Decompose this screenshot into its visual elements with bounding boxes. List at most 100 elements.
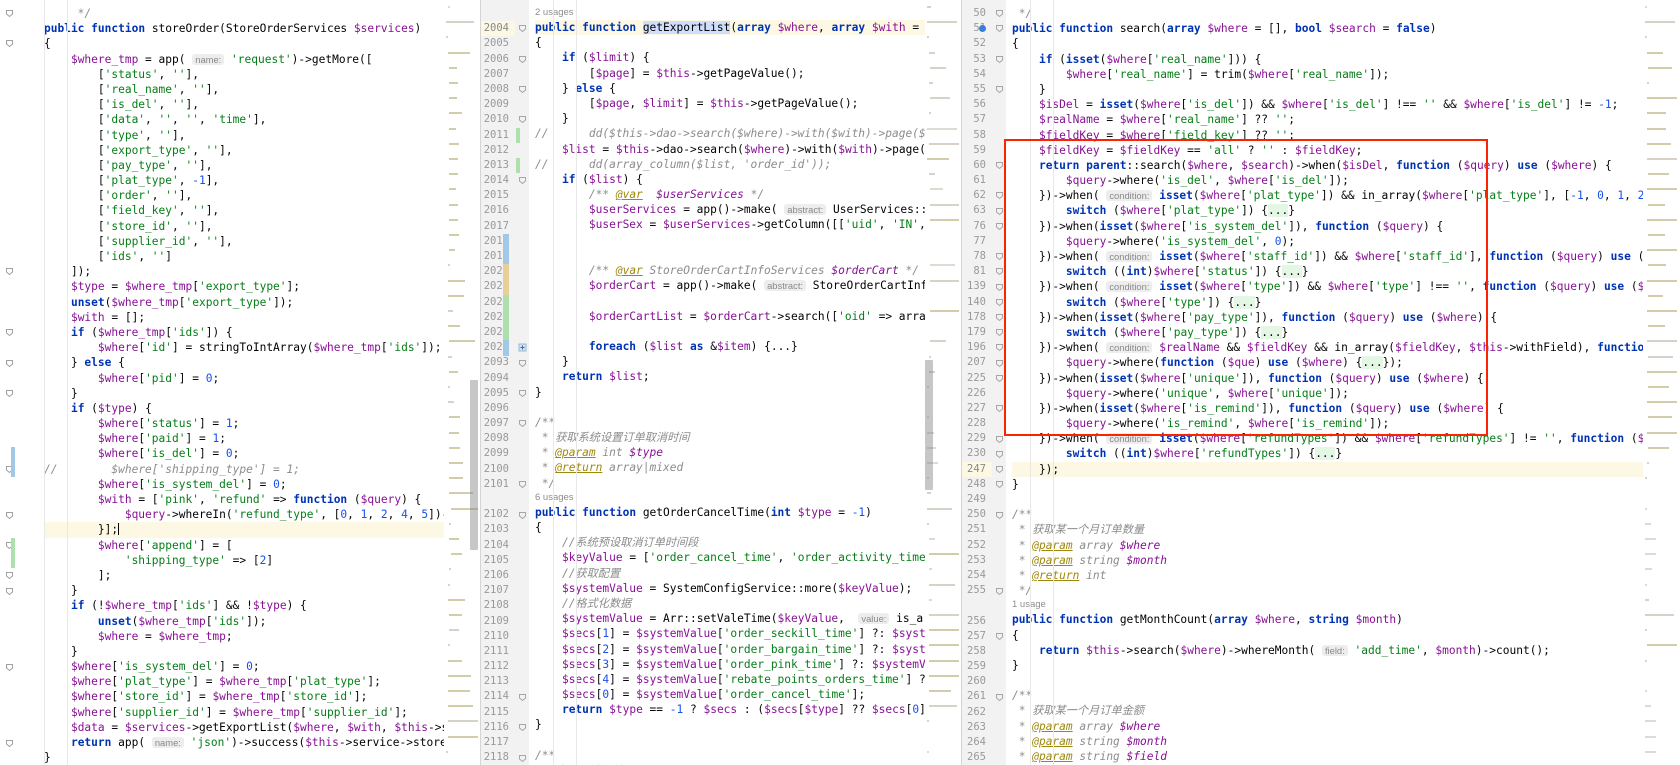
- code-line[interactable]: */: [44, 6, 480, 21]
- fold-toggle-icon[interactable]: [518, 359, 527, 368]
- code-line[interactable]: $where['paid'] = 1;: [44, 431, 480, 446]
- code-line[interactable]: ['plat_type', -1],: [44, 173, 480, 188]
- code-line[interactable]: $type = $where_tmp['export_type'];: [44, 279, 480, 294]
- code-line[interactable]: /** @var StoreOrderCartInfoServices $ord…: [535, 263, 961, 278]
- fold-toggle-icon[interactable]: [995, 404, 1004, 413]
- code-line[interactable]: })->when( condition: isset($where['refun…: [1012, 431, 1679, 446]
- fold-toggle-icon[interactable]: [995, 222, 1004, 231]
- code-line[interactable]: if ($limit) {: [535, 50, 961, 65]
- code-line[interactable]: })->when(isset($where['is_system_del']),…: [1012, 219, 1679, 234]
- usages-hint[interactable]: 6 usages: [535, 491, 961, 505]
- code-line[interactable]: $query->whereIn('refund_type', [0, 1, 2,…: [44, 507, 480, 522]
- fold-toggle-icon[interactable]: [995, 161, 1004, 170]
- code-line[interactable]: ['data', '', '', 'time'],: [44, 112, 480, 127]
- code-line[interactable]: {: [535, 35, 961, 50]
- code-line[interactable]: $orderCartList = $orderCart->search(['oi…: [535, 309, 961, 324]
- code-line[interactable]: ['supplier_id', ''],: [44, 234, 480, 249]
- code-line[interactable]: })->when(isset($where['is_remind']), fun…: [1012, 401, 1679, 416]
- code-line[interactable]: foreach ($list as &$item) {...}: [535, 339, 961, 354]
- fold-toggle-icon[interactable]: [995, 450, 1004, 459]
- minimap-scroll-thumb[interactable]: [470, 380, 478, 550]
- fold-toggle-icon[interactable]: [518, 511, 527, 520]
- code-line[interactable]: ['real_name', ''],: [44, 82, 480, 97]
- code-line[interactable]: $data = $services->getExportList($where,…: [44, 720, 480, 735]
- code-line[interactable]: }: [535, 111, 961, 126]
- code-line[interactable]: // $where['shipping_type'] = 1;: [44, 462, 480, 477]
- code-line[interactable]: $with = [];: [44, 310, 480, 325]
- code-line[interactable]: [535, 400, 961, 415]
- code-line[interactable]: [535, 733, 961, 748]
- fold-toggle-icon[interactable]: [5, 571, 14, 580]
- code-line[interactable]: } else {: [44, 355, 480, 370]
- code-line[interactable]: * @param array $where: [1012, 719, 1679, 734]
- fold-toggle-icon[interactable]: [5, 389, 14, 398]
- code-line[interactable]: return app( name: 'json')->success($this…: [44, 735, 480, 750]
- code-line[interactable]: }: [44, 750, 480, 765]
- fold-toggle-icon[interactable]: [995, 298, 1004, 307]
- code-line[interactable]: $secs[0] = $systemValue['order_cancel_ti…: [535, 687, 961, 702]
- code-line[interactable]: ['export_type', ''],: [44, 143, 480, 158]
- fold-toggle-icon[interactable]: [5, 511, 14, 520]
- code-line[interactable]: if ($type) {: [44, 401, 480, 416]
- code-line[interactable]: if ($list) {: [535, 172, 961, 187]
- code-line[interactable]: $where = $where_tmp;: [44, 629, 480, 644]
- code-line[interactable]: $where['pid'] = 0;: [44, 371, 480, 386]
- code-line[interactable]: $where['status'] = 1;: [44, 416, 480, 431]
- code-line[interactable]: public function getOrderCancelTime(int $…: [535, 505, 961, 520]
- code-line[interactable]: ]);: [44, 264, 480, 279]
- fold-toggle-icon[interactable]: [995, 207, 1004, 216]
- right-minimap[interactable]: [1643, 0, 1679, 765]
- fold-toggle-icon[interactable]: [995, 252, 1004, 261]
- code-line[interactable]: ['ids', '']: [44, 249, 480, 264]
- code-line[interactable]: {: [44, 36, 480, 51]
- code-line[interactable]: ['status', ''],: [44, 67, 480, 82]
- code-line[interactable]: public function getExportList(array $whe…: [535, 20, 961, 36]
- code-line[interactable]: $userServices = app()->make( abstract: U…: [535, 202, 961, 217]
- code-line[interactable]: ];: [44, 568, 480, 583]
- code-line[interactable]: [1012, 673, 1679, 688]
- code-line[interactable]: })->when( condition: isset($where['plat_…: [1012, 188, 1679, 203]
- code-line[interactable]: $where_tmp = app( name: 'request')->getM…: [44, 52, 480, 67]
- code-line[interactable]: if (!$where_tmp['ids'] && !$type) {: [44, 598, 480, 613]
- fold-toggle-icon[interactable]: [995, 587, 1004, 596]
- code-line[interactable]: * @param int $type: [535, 445, 961, 460]
- fold-toggle-icon[interactable]: [5, 9, 14, 18]
- code-line[interactable]: // dd(array_column($list, 'order_id'));: [535, 157, 961, 172]
- code-line[interactable]: $secs[3] = $systemValue['order_pink_time…: [535, 657, 961, 672]
- code-line[interactable]: $where['is_system_del'] = 0;: [44, 477, 480, 492]
- code-line[interactable]: */: [1012, 583, 1679, 598]
- fold-toggle-icon[interactable]: [518, 693, 527, 702]
- code-line[interactable]: ['pay_type', ''],: [44, 158, 480, 173]
- code-line[interactable]: $where['store_id'] = $where_tmp['store_i…: [44, 689, 480, 704]
- code-line[interactable]: ['store_id', ''],: [44, 219, 480, 234]
- left-gutter-fold-icons[interactable]: [0, 0, 16, 765]
- code-line[interactable]: })->when( condition: isset($where['type'…: [1012, 279, 1679, 294]
- fold-toggle-icon[interactable]: [518, 723, 527, 732]
- code-line[interactable]: /**: [1012, 688, 1679, 703]
- fold-toggle-icon[interactable]: [5, 587, 14, 596]
- fold-toggle-icon[interactable]: [995, 85, 1004, 94]
- code-line[interactable]: $where['supplier_id'] = $where_tmp['supp…: [44, 705, 480, 720]
- usages-hint[interactable]: 1 usage: [1012, 598, 1679, 612]
- code-line[interactable]: $query->where('is_del', $where['is_del']…: [1012, 173, 1679, 188]
- code-line[interactable]: })->when( condition: $realName && $field…: [1012, 340, 1679, 355]
- code-line[interactable]: switch ($where['type']) {...}: [1012, 295, 1679, 310]
- code-line[interactable]: $query->where('is_system_del', 0);: [1012, 234, 1679, 249]
- code-line[interactable]: [535, 233, 961, 248]
- code-line[interactable]: $realName = $where['real_name'] ?? '';: [1012, 112, 1679, 127]
- code-line[interactable]: $where['real_name'] = trim($where['real_…: [1012, 67, 1679, 82]
- code-line[interactable]: });: [1012, 461, 1679, 477]
- code-line[interactable]: return $this->search($where)->whereMonth…: [1012, 643, 1679, 658]
- code-line[interactable]: /**: [1012, 507, 1679, 522]
- code-line[interactable]: switch ((int)$where['status']) {...}: [1012, 264, 1679, 279]
- code-line[interactable]: switch ((int)$where['refundTypes']) {...…: [1012, 446, 1679, 461]
- fold-toggle-icon[interactable]: [995, 632, 1004, 641]
- code-line[interactable]: $secs[2] = $systemValue['order_bargain_t…: [535, 642, 961, 657]
- code-line[interactable]: {: [1012, 628, 1679, 643]
- right-code-area[interactable]: */public function search(array $where = …: [1006, 0, 1679, 765]
- fold-toggle-icon[interactable]: [995, 191, 1004, 200]
- fold-toggle-icon[interactable]: [995, 9, 1004, 18]
- code-line[interactable]: * @return array|mixed: [535, 460, 961, 475]
- code-line[interactable]: //格式化数据: [535, 596, 961, 611]
- code-line[interactable]: * 获取某一个月订单金额: [1012, 703, 1679, 718]
